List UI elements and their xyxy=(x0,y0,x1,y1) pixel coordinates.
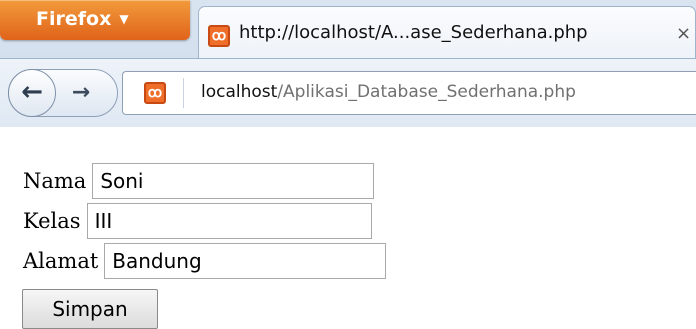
back-forward-group: ← → xyxy=(8,69,118,117)
address-bar[interactable]: ꝏ localhost/Aplikasi_Database_Sederhana.… xyxy=(122,71,696,115)
nama-label: Nama xyxy=(23,169,87,193)
alamat-label: Alamat xyxy=(23,249,99,273)
close-icon[interactable]: × xyxy=(676,23,691,44)
kelas-field[interactable] xyxy=(86,203,372,239)
nama-field[interactable] xyxy=(92,163,375,199)
navigation-toolbar: ← → ꝏ localhost/Aplikasi_Database_Sederh… xyxy=(0,58,696,127)
forward-arrow-icon[interactable]: → xyxy=(61,78,101,108)
back-arrow-icon[interactable]: ← xyxy=(8,69,56,117)
kelas-row: Kelas xyxy=(23,201,372,241)
alamat-row: Alamat xyxy=(23,241,387,281)
url-host: localhost xyxy=(201,82,278,102)
page-content: Nama Kelas Alamat Simpan xyxy=(0,127,696,329)
browser-chrome: Firefox ▼ ꝏ http://localhost/A...ase_Sede… xyxy=(0,0,696,127)
xampp-icon: ꝏ xyxy=(208,25,230,47)
simpan-button[interactable]: Simpan xyxy=(22,289,158,329)
browser-tab[interactable]: ꝏ http://localhost/A...ase_Sederhana.php… xyxy=(198,6,696,58)
xampp-icon: ꝏ xyxy=(144,82,166,104)
url-path: /Aplikasi_Database_Sederhana.php xyxy=(277,82,576,102)
nama-row: Nama xyxy=(23,161,375,201)
url-text[interactable]: localhost/Aplikasi_Database_Sederhana.ph… xyxy=(201,82,576,102)
triangle-down-icon: ▼ xyxy=(119,12,129,26)
kelas-label: Kelas xyxy=(23,209,81,233)
alamat-field[interactable] xyxy=(104,243,387,279)
firefox-menu-label: Firefox xyxy=(36,8,112,30)
firefox-menu-button[interactable]: Firefox ▼ xyxy=(0,0,190,40)
tab-title: http://localhost/A...ase_Sederhana.php xyxy=(239,22,588,43)
address-divider xyxy=(183,78,184,108)
